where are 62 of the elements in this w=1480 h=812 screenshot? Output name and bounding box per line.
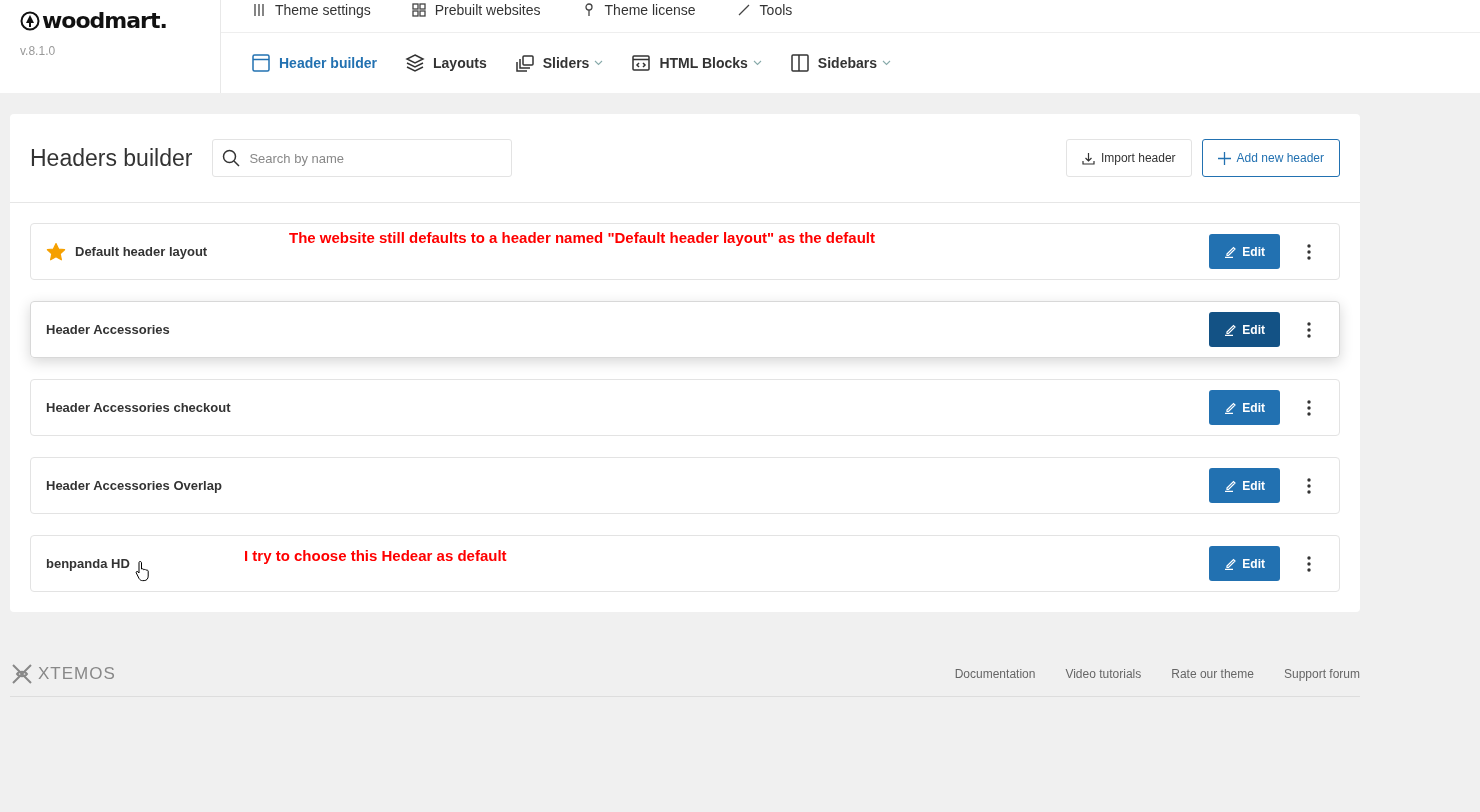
footer-link[interactable]: Support forum	[1283, 667, 1360, 681]
nav-tab[interactable]: Header builder	[251, 53, 378, 73]
slides-icon	[514, 53, 535, 73]
page-title: Headers builder	[30, 144, 193, 172]
code-icon	[631, 53, 652, 73]
top-nav-link[interactable]: Prebuilt websites	[410, 0, 541, 18]
pencil-icon	[1224, 245, 1238, 258]
top-nav-link[interactable]: Theme license	[580, 0, 696, 18]
more-options-icon[interactable]	[1307, 555, 1311, 572]
sidebar-icon	[789, 53, 810, 73]
chevron-down-icon	[594, 60, 604, 66]
pencil-icon	[1224, 557, 1238, 570]
search-field[interactable]: Search by name	[212, 139, 513, 177]
pencil-icon	[1224, 323, 1238, 336]
header-row[interactable]: Header Accessories Overlap Edit	[30, 457, 1340, 514]
chevron-down-icon	[752, 60, 762, 66]
pencil-icon	[1224, 479, 1238, 492]
search-icon	[222, 149, 241, 167]
footer-link[interactable]: Rate our theme	[1171, 667, 1254, 681]
header-row[interactable]: Default header layout The website still defaults to a header named "Default header layout" as the default Edit	[30, 223, 1340, 280]
tree-logo-icon	[20, 10, 40, 31]
header-name: Header Accessories Overlap	[46, 478, 222, 493]
header-row[interactable]: Header Accessories Edit	[30, 301, 1340, 358]
footer-link[interactable]: Documentation	[954, 667, 1036, 681]
annotation-text: The website still defaults to a header named "Default header layout" as the default	[289, 229, 876, 246]
edit-button[interactable]: Edit	[1209, 234, 1280, 269]
top-nav-link[interactable]: Tools	[735, 0, 793, 18]
chevron-down-icon	[882, 60, 891, 66]
nav-tab[interactable]: Sidebars	[789, 53, 891, 73]
header-row[interactable]: Header Accessories checkout Edit	[30, 379, 1340, 436]
layers-icon	[405, 53, 426, 73]
nav-tab[interactable]: Layouts	[405, 53, 487, 73]
header-name: Default header layout	[75, 244, 208, 259]
nav-tab[interactable]: Sliders	[514, 53, 604, 73]
add-header-button[interactable]: Add new header	[1201, 139, 1340, 177]
nav-tab[interactable]: HTML Blocks	[631, 53, 762, 73]
header-row[interactable]: benpanda HD I try to choose this Hedear as default Edit	[30, 535, 1340, 592]
grid-icon	[410, 2, 427, 18]
edit-button[interactable]: Edit	[1209, 546, 1280, 581]
footer-logo: XTEMOS	[38, 664, 116, 684]
more-options-icon[interactable]	[1307, 399, 1311, 416]
footer-link[interactable]: Video tutorials	[1065, 667, 1142, 681]
x-logo-icon	[10, 662, 34, 686]
edit-button[interactable]: Edit	[1209, 390, 1280, 425]
pencil-icon	[1224, 401, 1238, 414]
import-header-button[interactable]: Import header	[1065, 139, 1192, 177]
header-name: Header Accessories checkout	[46, 400, 231, 415]
plus-icon	[1217, 151, 1231, 165]
edit-button[interactable]: Edit	[1209, 468, 1280, 503]
hand-cursor-icon	[134, 559, 151, 582]
window-icon	[251, 53, 271, 73]
version-label: v.8.1.0	[20, 44, 57, 58]
more-options-icon[interactable]	[1307, 477, 1311, 494]
download-icon	[1081, 151, 1095, 165]
more-options-icon[interactable]	[1307, 243, 1311, 260]
header-name: benpanda HD	[46, 556, 130, 571]
annotation-text: I try to choose this Hedear as default	[244, 547, 507, 564]
edit-button[interactable]: Edit	[1209, 312, 1280, 347]
top-nav-link[interactable]: Theme settings	[251, 0, 371, 18]
header-name: Header Accessories	[46, 322, 170, 337]
brand-logo: woodmart.	[42, 8, 167, 33]
more-options-icon[interactable]	[1307, 321, 1311, 338]
